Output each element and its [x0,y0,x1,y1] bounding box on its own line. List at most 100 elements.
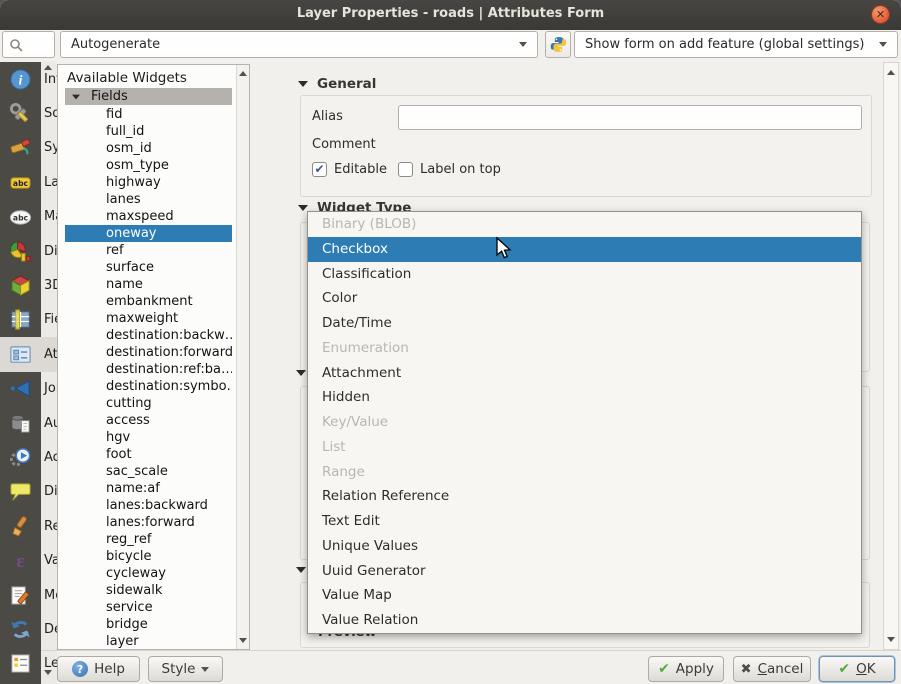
sidebar-item-label: Metadata [41,588,57,603]
scroll-down-icon[interactable] [239,638,247,643]
source-icon [0,102,41,125]
field-item[interactable]: surface [65,259,232,276]
field-item[interactable]: service [65,599,232,616]
field-item[interactable]: osm_id [65,140,232,157]
sidebar-item-variables[interactable]: εVariables [0,543,57,577]
scroll-up-icon[interactable] [887,70,895,75]
sidebar-item-3d-view[interactable]: 3D View [0,268,57,302]
sidebar-item-metadata[interactable]: Metadata [0,578,57,612]
scroll-down-icon[interactable] [887,637,895,642]
section-collapse-icon[interactable] [296,567,306,573]
label-on-top-label[interactable]: Label on top [420,162,501,177]
sidebar-scroll-down-icon[interactable] [44,670,52,675]
dropdown-option[interactable]: Date/Time [308,311,861,336]
field-list-scrollbar[interactable] [236,65,249,649]
field-item[interactable]: sidewalk [65,582,232,599]
field-item[interactable]: reg_ref [65,531,232,548]
field-item[interactable]: bicycle [65,548,232,565]
editable-checkbox[interactable]: ✔ [312,162,327,177]
search-input[interactable] [2,31,55,58]
sidebar-item-actions[interactable]: Actions [0,440,57,474]
field-item[interactable]: name:af [65,480,232,497]
sidebar-item-auxiliary-storage[interactable]: Auxiliary Storage [0,406,57,440]
sidebar-item-fields[interactable]: Fields [0,303,57,337]
titlebar[interactable]: Layer Properties - roads | Attributes Fo… [0,0,901,30]
sidebar-item-masks[interactable]: abcMasks [0,200,57,234]
field-item[interactable]: lanes:backward [65,497,232,514]
dropdown-option[interactable]: Value Map [308,583,861,608]
field-item[interactable]: hgv [65,429,232,446]
field-item[interactable]: osm_type [65,157,232,174]
close-button[interactable]: ✕ [871,5,890,24]
field-item[interactable]: oneway [65,225,232,242]
field-item[interactable]: destination:symbo… [65,378,232,395]
alias-input[interactable] [398,105,862,130]
svg-text:ε: ε [16,551,24,572]
sidebar-item-dependencies[interactable]: Dependencies [0,612,57,646]
dropdown-option[interactable]: Hidden [308,385,861,410]
python-init-button[interactable] [545,31,571,58]
sidebar-item-legend[interactable]: Legend [0,647,57,681]
dropdown-option[interactable]: Unique Values [308,534,861,559]
field-item[interactable]: access [65,412,232,429]
apply-label: Apply [676,661,714,677]
field-item[interactable]: fid [65,106,232,123]
field-item[interactable]: layer [65,633,232,650]
field-item[interactable]: lanes [65,191,232,208]
sidebar-item-labels[interactable]: abcLabels [0,165,57,199]
mouse-cursor [492,236,514,260]
editable-label[interactable]: Editable [334,162,387,177]
field-item[interactable]: maxspeed [65,208,232,225]
dropdown-option[interactable]: Relation Reference [308,484,861,509]
field-item[interactable]: name [65,276,232,293]
expander-icon[interactable] [72,94,80,99]
general-section-header[interactable]: General [298,76,376,92]
sidebar-item-diagrams[interactable]: Diagrams [0,234,57,268]
dropdown-option[interactable]: Color [308,286,861,311]
metadata-icon [0,584,41,607]
field-item[interactable]: destination:backw… [65,327,232,344]
field-item[interactable]: foot [65,446,232,463]
dropdown-option: Key/Value [308,410,861,435]
field-item[interactable]: embankment [65,293,232,310]
form-scrollbar[interactable] [883,62,899,650]
dropdown-option[interactable]: Value Relation [308,608,861,633]
scroll-up-icon[interactable] [239,71,247,76]
field-item[interactable]: full_id [65,123,232,140]
sidebar-scroll-up-icon[interactable] [44,65,52,70]
field-item[interactable]: maxweight [65,310,232,327]
dropdown-option[interactable]: Uuid Generator [308,559,861,584]
dropdown-option[interactable]: Attachment [308,361,861,386]
field-item[interactable]: ref [65,242,232,259]
dropdown-option: Enumeration [308,336,861,361]
field-item[interactable]: cutting [65,395,232,412]
section-collapse-icon[interactable] [296,370,306,376]
dropdown-option[interactable]: Checkbox [308,237,861,262]
collapse-icon[interactable] [298,81,308,87]
dropdown-option[interactable]: Classification [308,262,861,287]
field-item[interactable]: destination:forward [65,344,232,361]
sidebar-item-display[interactable]: Display [0,475,57,509]
style-button[interactable]: Style [148,656,223,682]
sidebar-item-joins[interactable]: Joins [0,372,57,406]
form-suppress-combo[interactable]: Show form on add feature (global setting… [574,31,898,58]
field-item[interactable]: lanes:forward [65,514,232,531]
field-item[interactable]: highway [65,174,232,191]
field-item[interactable]: sac_scale [65,463,232,480]
field-item[interactable]: cycleway [65,565,232,582]
field-item[interactable]: destination:ref:ba… [65,361,232,378]
dropdown-option[interactable]: Text Edit [308,509,861,534]
sidebar-item-symbology[interactable]: Symbology [0,131,57,165]
svg-text:abc: abc [13,179,29,188]
help-button[interactable]: ? Help [57,656,140,682]
sidebar-item-attributes-form[interactable]: Attributes Form [0,337,57,371]
form-layout-combo[interactable]: Autogenerate [60,31,538,58]
sidebar-item-source[interactable]: Source [0,96,57,130]
cancel-button[interactable]: ✖ Cancel [733,656,811,682]
label-on-top-checkbox[interactable] [398,162,413,177]
fields-group-row[interactable]: Fields [65,88,232,105]
sidebar-item-rendering[interactable]: Rendering [0,509,57,543]
apply-button[interactable]: ✔ Apply [648,656,724,682]
field-item[interactable]: bridge [65,616,232,633]
ok-button[interactable]: ✔ OK [819,656,895,682]
